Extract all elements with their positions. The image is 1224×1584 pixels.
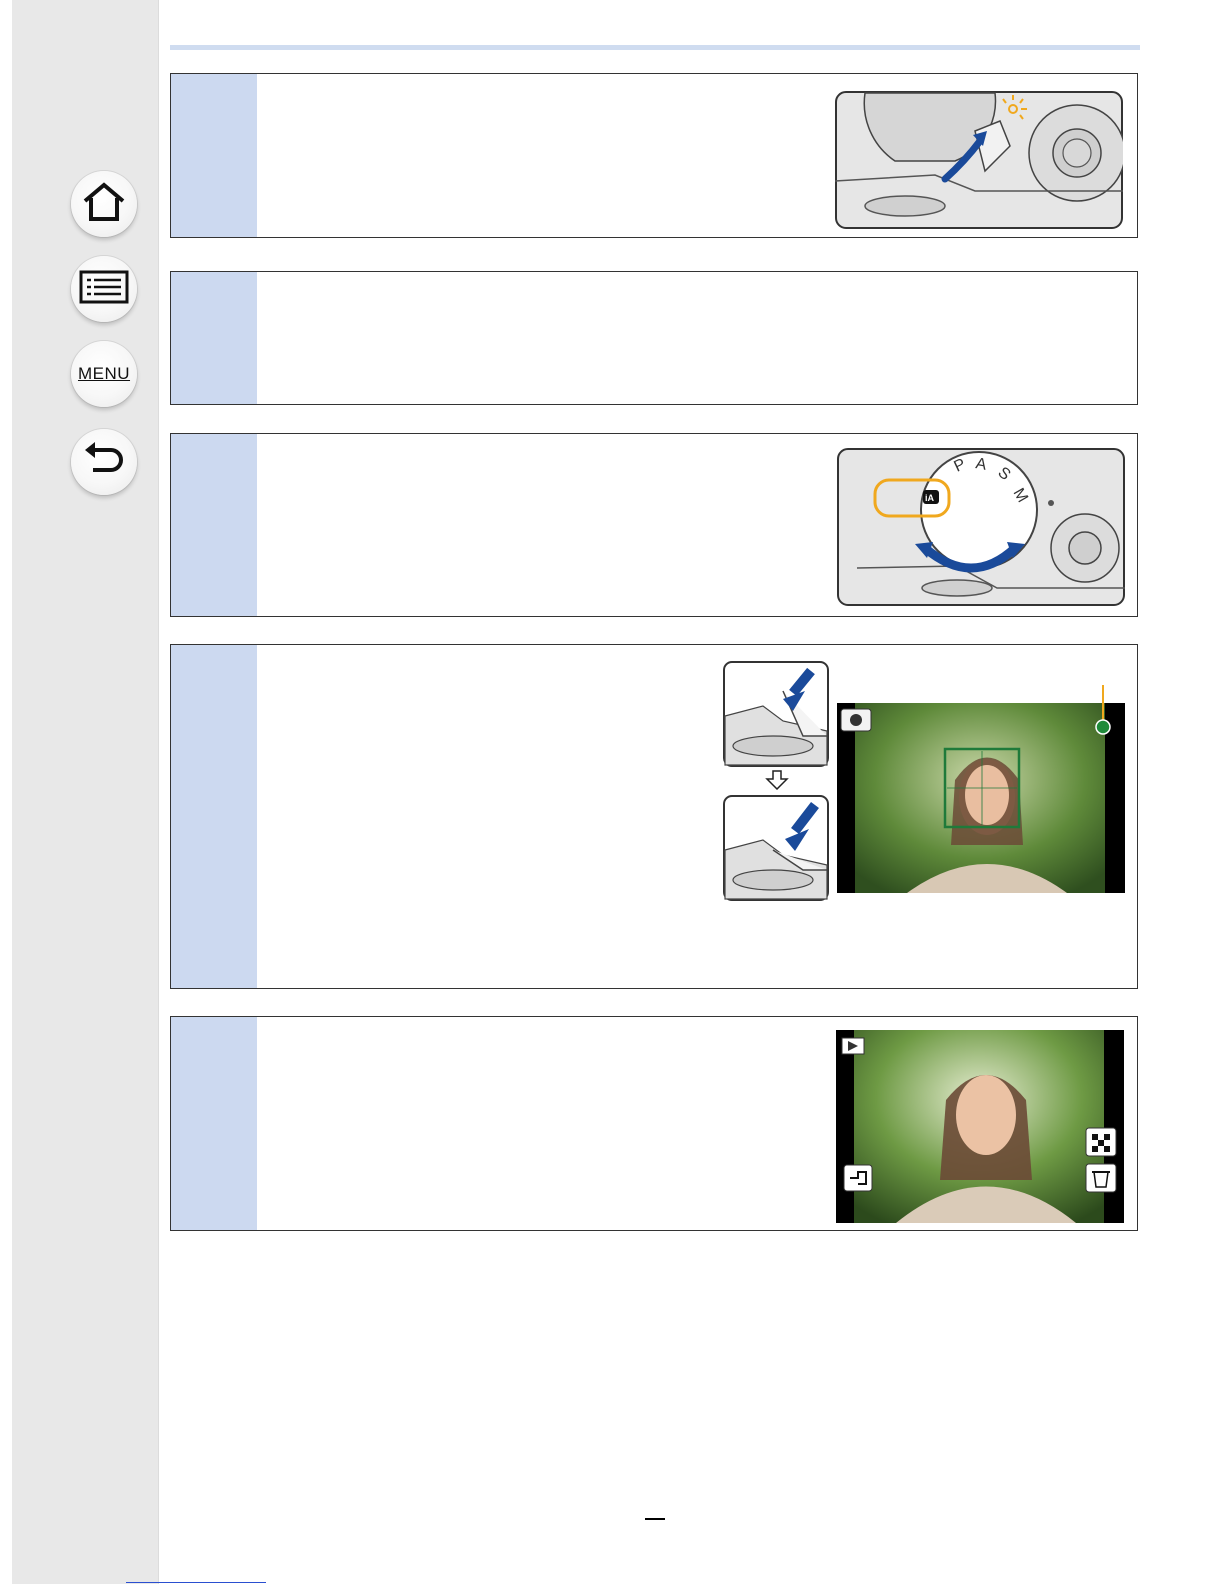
step-number xyxy=(171,1017,257,1230)
home-button[interactable] xyxy=(71,171,137,237)
step-4-panel xyxy=(170,644,1138,989)
camera-top-flash-illustration xyxy=(835,91,1123,229)
playback-screen xyxy=(836,1030,1124,1223)
down-arrow-icon xyxy=(765,770,789,790)
menu-button[interactable]: MENU xyxy=(71,341,137,407)
page-number-rule xyxy=(645,1518,665,1520)
step-number xyxy=(171,272,257,404)
step-number xyxy=(171,434,257,616)
back-arrow-icon xyxy=(81,440,127,485)
focus-indicator-icon xyxy=(1095,719,1111,735)
step-5-panel xyxy=(170,1016,1138,1231)
step-3-panel: P A S M iA xyxy=(170,433,1138,617)
home-icon xyxy=(81,181,127,228)
step-number xyxy=(171,645,257,988)
back-button[interactable] xyxy=(71,429,137,495)
dial-label-ia: iA xyxy=(925,493,935,503)
footer-link-underline[interactable] xyxy=(126,1582,266,1583)
step-1-panel xyxy=(170,73,1138,238)
step-2-panel xyxy=(170,271,1138,405)
contents-list-icon xyxy=(79,270,129,309)
shutter-half-press-illustration xyxy=(723,661,829,767)
menu-label: MENU xyxy=(77,364,131,383)
contents-button[interactable] xyxy=(71,256,137,322)
sidebar xyxy=(12,0,159,1584)
shutter-full-press-illustration xyxy=(723,795,829,901)
delete-icon xyxy=(1085,1163,1117,1193)
live-view-screen xyxy=(837,685,1125,893)
header-rule xyxy=(170,45,1140,50)
step-number xyxy=(171,74,257,237)
mode-dial-illustration: P A S M iA xyxy=(837,448,1125,606)
